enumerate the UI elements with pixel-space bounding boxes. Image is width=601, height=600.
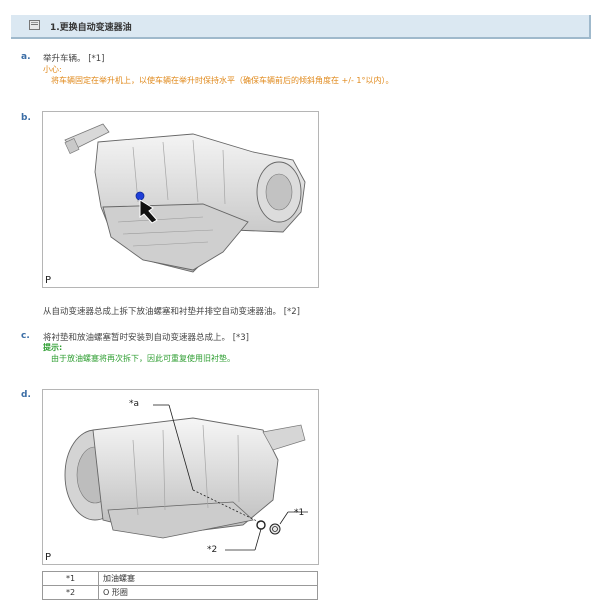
step-letter-d: d. bbox=[21, 390, 31, 400]
callout-2: *2 bbox=[207, 545, 218, 555]
hint-text: 由于放油螺塞将再次拆下，因此可重复使用旧衬垫。 bbox=[51, 354, 235, 363]
legend-desc: 加油螺塞 bbox=[98, 571, 318, 586]
collapse-icon[interactable] bbox=[29, 20, 40, 30]
figure-b-caption: 从自动变速器总成上拆下放油螺塞和衬垫并排空自动变速器油。 [*2] bbox=[43, 307, 300, 317]
transmission-filler-illustration bbox=[64, 404, 308, 551]
step-a-text: 举升车辆。 [*1] bbox=[43, 54, 105, 64]
step-c-text: 将衬垫和放油螺塞暂时安装到自动变速器总成上。 [*3] bbox=[43, 333, 249, 343]
table-row: *1 加油螺塞 bbox=[42, 571, 318, 586]
legend-desc: O 形圈 bbox=[98, 585, 318, 600]
hint-label: 提示: bbox=[43, 343, 63, 352]
caution-text: 将车辆固定在举升机上，以使车辆在举升时保持水平（确保车辆前后的倾斜角度在 +/-… bbox=[51, 76, 394, 85]
transmission-drain-plug-figure: P bbox=[42, 111, 319, 288]
callout-1: *1 bbox=[294, 508, 305, 518]
transmission-illustration bbox=[64, 123, 306, 273]
caution-label: 小心: bbox=[43, 65, 62, 74]
filler-plug-figure: *a *1 *2 P bbox=[42, 389, 319, 565]
section-title: 1.更换自动变速器油 bbox=[50, 23, 132, 33]
legend-code: *1 bbox=[42, 571, 99, 586]
legend-code: *2 bbox=[42, 585, 99, 600]
callout-a: *a bbox=[129, 399, 140, 409]
section-header[interactable]: 1.更换自动变速器油 bbox=[11, 15, 591, 39]
step-letter-c: c. bbox=[21, 331, 30, 341]
figure-code: P bbox=[45, 552, 52, 563]
step-letter-a: a. bbox=[21, 52, 31, 62]
step-letter-b: b. bbox=[21, 113, 31, 123]
table-row: *2 O 形圈 bbox=[42, 585, 318, 600]
legend-table: *1 加油螺塞 *2 O 形圈 bbox=[42, 571, 318, 600]
figure-code: P bbox=[45, 275, 52, 286]
